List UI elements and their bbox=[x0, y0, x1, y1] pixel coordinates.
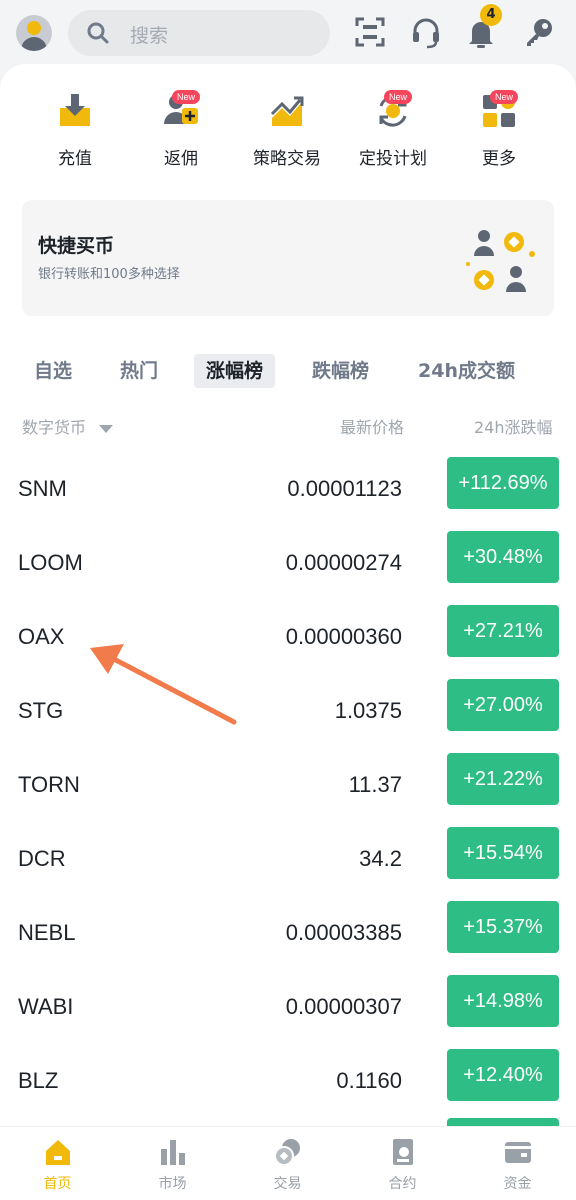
last-price: 0.1160 bbox=[336, 1068, 402, 1093]
notification-badge: 4 bbox=[480, 4, 502, 26]
column-coin-label: 数字货币 bbox=[22, 418, 87, 437]
scan-icon[interactable] bbox=[352, 14, 388, 50]
nav-futures[interactable]: 合约 bbox=[345, 1137, 460, 1193]
table-row[interactable]: DCR 34.2 +15.54% bbox=[0, 826, 576, 900]
caret-down-icon bbox=[99, 424, 114, 433]
shortcut-label: 返佣 bbox=[164, 149, 198, 169]
search-placeholder: 搜索 bbox=[130, 25, 169, 47]
last-price: 0.00000274 bbox=[285, 550, 402, 575]
new-badge: New bbox=[490, 90, 519, 104]
table-row[interactable]: NEBL 0.00003385 +15.37% bbox=[0, 900, 576, 974]
last-price: 0.00000307 bbox=[285, 994, 402, 1019]
last-price: 0.00003385 bbox=[285, 920, 402, 945]
wallet-icon bbox=[504, 1142, 531, 1163]
coin-symbol: BLZ bbox=[18, 1068, 59, 1093]
nav-label: 资金 bbox=[503, 1176, 532, 1192]
shortcut-referral[interactable]: New 返佣 bbox=[128, 90, 234, 172]
column-coin[interactable]: 数字货币 bbox=[22, 414, 114, 438]
change-badge[interactable]: +15.37% bbox=[447, 901, 559, 953]
change-badge[interactable]: +21.22% bbox=[447, 753, 559, 805]
shortcut-label: 充值 bbox=[58, 149, 92, 169]
market-icon bbox=[160, 1140, 185, 1165]
shortcut-strategy-trading[interactable]: 策略交易 bbox=[234, 92, 340, 172]
last-price: 0.00001123 bbox=[287, 476, 402, 501]
table-row[interactable]: STG 1.0375 +27.00% bbox=[0, 678, 576, 752]
tab-favorites[interactable]: 自选 bbox=[22, 354, 84, 388]
nav-wallet[interactable]: 资金 bbox=[460, 1137, 575, 1193]
table-row[interactable]: BLZ 0.1160 +12.40% bbox=[0, 1048, 576, 1122]
coin-symbol: TORN bbox=[18, 772, 80, 797]
bottom-nav: 首页 市场 交易 合约 资金 bbox=[0, 1126, 576, 1200]
nav-label: 合约 bbox=[388, 1176, 417, 1192]
last-price: 0.00000360 bbox=[285, 624, 402, 649]
change-badge[interactable]: +14.98% bbox=[447, 975, 559, 1027]
headset-icon[interactable] bbox=[408, 14, 444, 50]
home-icon bbox=[45, 1140, 70, 1165]
p2p-exchange-icon bbox=[466, 230, 535, 292]
futures-icon bbox=[392, 1139, 413, 1165]
search-input[interactable]: 搜索 bbox=[68, 10, 330, 56]
avatar[interactable] bbox=[16, 15, 52, 51]
nav-label: 首页 bbox=[43, 1176, 72, 1192]
coin-symbol: LOOM bbox=[18, 550, 83, 575]
coin-symbol: NEBL bbox=[18, 920, 76, 945]
coin-symbol: SNM bbox=[18, 476, 67, 501]
last-price: 34.2 bbox=[359, 846, 402, 871]
new-badge: New bbox=[172, 90, 201, 104]
coin-symbol: STG bbox=[18, 698, 64, 723]
tab-24h-volume[interactable]: 24h成交额 bbox=[406, 354, 527, 388]
change-badge[interactable]: +12.40% bbox=[447, 1049, 559, 1101]
column-price[interactable]: 最新价格 bbox=[340, 414, 404, 438]
tab-hot[interactable]: 热门 bbox=[108, 354, 170, 388]
table-row[interactable]: SNM 0.00001123 +112.69% bbox=[0, 456, 576, 530]
nav-label: 交易 bbox=[273, 1176, 302, 1192]
change-badge[interactable]: +30.48% bbox=[447, 531, 559, 583]
shortcut-deposit[interactable]: 充值 bbox=[22, 92, 128, 172]
table-row[interactable]: WABI 0.00000307 +14.98% bbox=[0, 974, 576, 1048]
coin-symbol: OAX bbox=[18, 624, 65, 649]
top-bar: 搜索 4 bbox=[0, 0, 576, 66]
nav-home[interactable]: 首页 bbox=[0, 1137, 115, 1193]
last-price: 1.0375 bbox=[334, 698, 402, 723]
coin-symbol: WABI bbox=[18, 994, 74, 1019]
nav-label: 市场 bbox=[158, 1176, 187, 1192]
column-24h-change[interactable]: 24h涨跌幅 bbox=[474, 414, 553, 438]
banner-subtitle: 银行转账和100多种选择 bbox=[38, 267, 180, 282]
last-price: 11.37 bbox=[348, 772, 402, 797]
change-badge[interactable]: +112.69% bbox=[447, 457, 559, 509]
shortcut-label: 策略交易 bbox=[253, 149, 321, 169]
strategy-trading-icon bbox=[270, 96, 304, 126]
table-row[interactable]: LOOM 0.00000274 +30.48% bbox=[0, 530, 576, 604]
tab-losers[interactable]: 跌幅榜 bbox=[300, 354, 381, 388]
new-badge: New bbox=[384, 90, 413, 104]
market-tabs: 自选 热门 涨幅榜 跌幅榜 24h成交额 bbox=[0, 352, 576, 392]
deposit-icon bbox=[60, 94, 90, 126]
nav-market[interactable]: 市场 bbox=[115, 1137, 230, 1193]
profile-key-icon[interactable] bbox=[521, 14, 557, 50]
shortcut-auto-invest[interactable]: New 定投计划 bbox=[340, 90, 446, 172]
tab-gainers[interactable]: 涨幅榜 bbox=[194, 354, 276, 388]
table-row[interactable]: OAX 0.00000360 +27.21% bbox=[0, 604, 576, 678]
shortcut-label: 更多 bbox=[482, 149, 516, 169]
trade-icon bbox=[273, 1139, 300, 1166]
table-row[interactable]: TORN 11.37 +21.22% bbox=[0, 752, 576, 826]
search-icon bbox=[87, 22, 109, 44]
change-badge[interactable]: +27.21% bbox=[447, 605, 559, 657]
quick-buy-banner[interactable]: 快捷买币 银行转账和100多种选择 bbox=[22, 200, 554, 316]
change-badge-partial bbox=[447, 1118, 559, 1126]
banner-title: 快捷买币 bbox=[38, 235, 115, 257]
change-badge[interactable]: +27.00% bbox=[447, 679, 559, 731]
shortcut-label: 定投计划 bbox=[359, 149, 427, 169]
change-badge[interactable]: +15.54% bbox=[447, 827, 559, 879]
shortcut-more[interactable]: New 更多 bbox=[446, 90, 552, 172]
coin-symbol: DCR bbox=[18, 846, 66, 871]
nav-trade[interactable]: 交易 bbox=[230, 1137, 345, 1193]
